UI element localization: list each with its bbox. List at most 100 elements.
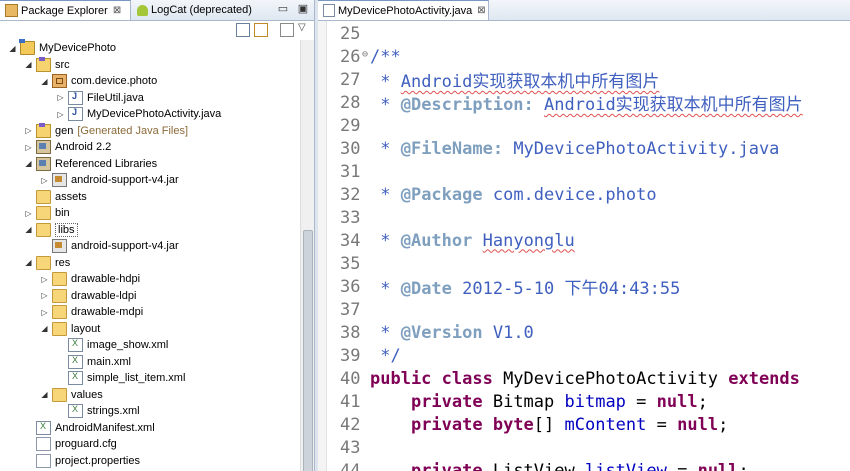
code-token: = bbox=[666, 460, 698, 471]
expand-arrow-icon[interactable]: ◢ bbox=[40, 324, 49, 333]
xml-file-icon bbox=[68, 404, 83, 418]
code-token: ListView bbox=[482, 460, 585, 471]
tree-item[interactable]: ◢ com.device.photo bbox=[40, 73, 157, 89]
tree-item[interactable]: ◢ src bbox=[24, 56, 70, 73]
tree-item[interactable]: AndroidManifest.xml bbox=[24, 420, 155, 436]
code-line[interactable]: 33 bbox=[318, 206, 850, 229]
tree-item[interactable]: ▷ MyDevicePhotoActivity.java bbox=[56, 106, 221, 122]
tree-item[interactable]: ▷ FileUtil.java bbox=[56, 90, 144, 106]
tree-item-label: values bbox=[71, 388, 103, 401]
code-line[interactable]: 43 bbox=[318, 436, 850, 459]
tab-package-explorer[interactable]: Package Explorer ⊠ bbox=[0, 0, 131, 20]
java-editor[interactable]: MyDevicePhotoActivity.java ⊠ 25 26 ⊖/** 27 … bbox=[318, 0, 850, 471]
close-icon[interactable]: ⊠ bbox=[113, 5, 121, 16]
tree-item[interactable]: ◢ res bbox=[24, 255, 70, 271]
tree-item-label: MyDevicePhotoActivity.java bbox=[87, 108, 222, 120]
expand-arrow-icon[interactable]: ◢ bbox=[40, 390, 49, 399]
tree-item[interactable]: ▷ gen [Generated Java Files] bbox=[24, 122, 188, 139]
expand-arrow-icon[interactable]: ◢ bbox=[24, 159, 33, 168]
code-token: @Date bbox=[400, 279, 452, 299]
line-number: 33 bbox=[340, 207, 361, 228]
scrollbar-thumb[interactable] bbox=[303, 230, 313, 471]
tree-item[interactable]: ◢ layout bbox=[40, 321, 100, 337]
code-line[interactable]: 38 * @Version V1.0 bbox=[318, 321, 850, 344]
code-line[interactable]: 25 bbox=[318, 22, 850, 45]
code-line[interactable]: 35 bbox=[318, 252, 850, 275]
collapse-arrow-icon[interactable]: ▷ bbox=[40, 176, 49, 185]
fold-toggle-icon[interactable]: ⊖ bbox=[362, 49, 368, 60]
code-line[interactable]: 31 bbox=[318, 160, 850, 183]
collapse-arrow-icon[interactable]: ▷ bbox=[24, 209, 33, 218]
tree-item[interactable]: ◢ MyDevicePhoto bbox=[8, 39, 116, 56]
package-explorer-pane: Package Explorer ⊠ LogCat (deprecated) ▭… bbox=[0, 0, 314, 471]
tree-item[interactable]: ▷ android-support-v4.jar bbox=[40, 172, 179, 188]
code-line[interactable]: 34 * @Author Hanyonglu bbox=[318, 229, 850, 252]
tree-item[interactable]: ▷ Android 2.2 bbox=[24, 139, 111, 155]
tree-item[interactable]: android-support-v4.jar bbox=[40, 238, 179, 254]
code-area[interactable]: 25 26 ⊖/** 27 * Android实现获取本机中所有图片 28 * @Des… bbox=[318, 21, 850, 471]
code-line[interactable]: 32 * @Package com.device.photo bbox=[318, 183, 850, 206]
collapse-arrow-icon[interactable]: ▷ bbox=[40, 291, 49, 300]
code-line[interactable]: 39 */ bbox=[318, 344, 850, 367]
tree-item[interactable]: strings.xml bbox=[56, 403, 140, 419]
xml-file-icon bbox=[68, 371, 83, 385]
code-line[interactable]: 30 * @FileName: MyDevicePhotoActivity.ja… bbox=[318, 137, 850, 160]
filters-icon[interactable] bbox=[280, 23, 294, 37]
tree-item[interactable]: proguard.cfg bbox=[24, 436, 117, 452]
collapse-arrow-icon[interactable]: ▷ bbox=[40, 275, 49, 284]
collapse-all-icon[interactable] bbox=[236, 23, 250, 37]
view-menu-icon[interactable]: ▽ bbox=[298, 22, 306, 33]
code-line[interactable]: 29 bbox=[318, 114, 850, 137]
vertical-scrollbar[interactable] bbox=[300, 40, 314, 471]
tree-item[interactable]: ◢ values bbox=[40, 387, 103, 403]
code-line[interactable]: 28 * @Description: Android实现获取本机中所有图片 bbox=[318, 91, 850, 116]
code-text: /** bbox=[370, 47, 401, 67]
code-token: null bbox=[656, 391, 698, 412]
collapse-arrow-icon[interactable]: ▷ bbox=[24, 126, 33, 135]
code-text: private ListView listView = null; bbox=[370, 461, 749, 471]
code-line[interactable]: 40 public class MyDevicePhotoActivity ext… bbox=[318, 367, 850, 390]
tree-item[interactable]: simple_list_item.xml bbox=[56, 370, 185, 386]
close-icon[interactable]: ⊠ bbox=[477, 5, 485, 16]
tree-item[interactable]: assets bbox=[24, 189, 87, 205]
collapse-arrow-icon[interactable]: ▷ bbox=[24, 143, 33, 152]
tree-item-label: com.device.photo bbox=[71, 75, 158, 87]
code-line[interactable]: 41 private Bitmap bitmap = null; bbox=[318, 390, 850, 413]
tree-item[interactable]: image_show.xml bbox=[56, 337, 168, 353]
tree-item[interactable]: ◢ Referenced Libraries bbox=[24, 156, 157, 172]
link-with-editor-icon[interactable] bbox=[254, 23, 268, 37]
collapse-arrow-icon[interactable]: ▷ bbox=[56, 93, 65, 102]
code-line[interactable]: 36 * @Date 2012-5-10 下午04:43:55 bbox=[318, 275, 850, 300]
code-line[interactable]: 26 ⊖/** bbox=[318, 45, 850, 68]
code-token: null bbox=[677, 414, 719, 435]
tree-item[interactable]: ◢ libs bbox=[24, 222, 78, 238]
expand-arrow-icon[interactable]: ◢ bbox=[8, 44, 17, 53]
tab-editor-file[interactable]: MyDevicePhotoActivity.java ⊠ bbox=[318, 0, 489, 20]
xml-file-icon bbox=[68, 354, 83, 369]
tree-item[interactable]: ▷ drawable-hdpi bbox=[40, 271, 140, 287]
folder-icon bbox=[52, 288, 67, 303]
folder-icon bbox=[52, 387, 67, 402]
expand-arrow-icon[interactable]: ◢ bbox=[24, 60, 33, 69]
code-token: = bbox=[625, 391, 657, 412]
code-line[interactable]: 44 private ListView listView = null; bbox=[318, 459, 850, 471]
code-token: Android实现获取本机中所有图片 bbox=[400, 72, 660, 92]
tab-logcat[interactable]: LogCat (deprecated) bbox=[132, 0, 258, 20]
minimize-icon[interactable]: ▭ bbox=[276, 2, 290, 15]
tree-item-label: src bbox=[55, 58, 70, 71]
code-line[interactable]: 42 private byte[] mContent = null; bbox=[318, 413, 850, 436]
tree-item[interactable]: main.xml bbox=[56, 354, 131, 370]
code-line[interactable]: 37 bbox=[318, 298, 850, 321]
tree-item[interactable]: ▷ bin bbox=[24, 205, 70, 221]
code-text: private Bitmap bitmap = null; bbox=[370, 392, 708, 412]
expand-arrow-icon[interactable]: ◢ bbox=[24, 258, 33, 267]
expand-arrow-icon[interactable]: ◢ bbox=[24, 225, 33, 234]
code-line[interactable]: 27 * Android实现获取本机中所有图片 bbox=[318, 68, 850, 93]
collapse-arrow-icon[interactable]: ▷ bbox=[40, 308, 49, 317]
tree-item[interactable]: project.properties bbox=[24, 453, 140, 469]
tree-item[interactable]: ▷ drawable-ldpi bbox=[40, 288, 136, 304]
tree-item[interactable]: ▷ drawable-mdpi bbox=[40, 304, 143, 320]
expand-arrow-icon[interactable]: ◢ bbox=[40, 77, 49, 86]
maximize-icon[interactable]: ▣ bbox=[296, 2, 310, 15]
collapse-arrow-icon[interactable]: ▷ bbox=[56, 110, 65, 119]
